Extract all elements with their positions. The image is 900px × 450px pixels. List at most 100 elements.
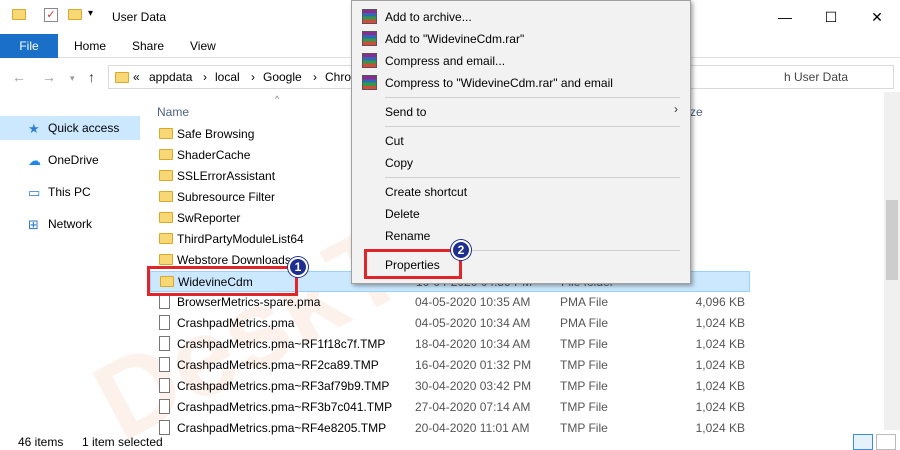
folder-icon bbox=[12, 9, 26, 20]
folder-icon bbox=[159, 170, 173, 181]
file-date: 27-04-2020 07:14 AM bbox=[415, 400, 531, 414]
file-size: 1,024 KB bbox=[695, 379, 745, 393]
tab-file[interactable]: File bbox=[0, 34, 58, 58]
file-icon bbox=[159, 336, 170, 351]
tab-share[interactable]: Share bbox=[120, 34, 176, 58]
file-date: 18-04-2020 10:34 AM bbox=[415, 337, 531, 351]
file-size: 1,024 KB bbox=[695, 400, 745, 414]
step-badge-1: 1 bbox=[288, 257, 308, 277]
menu-cut[interactable]: Cut bbox=[385, 134, 404, 148]
search-input[interactable]: h User Data bbox=[784, 70, 848, 84]
tab-view[interactable]: View bbox=[178, 34, 228, 58]
step-badge-2: 2 bbox=[451, 240, 471, 260]
file-date: 04-05-2020 10:34 AM bbox=[415, 316, 531, 330]
details-view-button[interactable] bbox=[853, 434, 873, 450]
file-size: 1,024 KB bbox=[695, 316, 745, 330]
menu-delete[interactable]: Delete bbox=[385, 207, 420, 221]
sidebar-item-label: This PC bbox=[48, 185, 91, 199]
file-icon bbox=[159, 315, 170, 330]
menu-add-to-archive[interactable]: Add to archive... bbox=[385, 10, 472, 24]
menu-compress-to-rar-and-email[interactable]: Compress to "WidevineCdm.rar" and email bbox=[385, 76, 613, 90]
breadcrumb-chrome[interactable]: Chro bbox=[325, 70, 351, 84]
forward-icon[interactable]: → bbox=[42, 69, 56, 85]
winrar-icon bbox=[362, 75, 377, 90]
file-size: 1,024 KB bbox=[695, 358, 745, 372]
maximize-button[interactable]: ☐ bbox=[808, 0, 854, 34]
file-name: CrashpadMetrics.pma~RF2ca89.TMP bbox=[177, 358, 379, 372]
breadcrumb-separator: › bbox=[313, 70, 317, 84]
file-size: 4,096 KB bbox=[695, 295, 745, 309]
menu-separator bbox=[385, 177, 680, 178]
file-name: ShaderCache bbox=[177, 148, 251, 162]
highlight-properties bbox=[364, 249, 462, 279]
menu-create-shortcut[interactable]: Create shortcut bbox=[385, 185, 467, 199]
file-icon bbox=[159, 294, 170, 309]
menu-separator bbox=[385, 97, 680, 98]
file-row[interactable]: CrashpadMetrics.pma~RF3b7c041.TMP 27-04-2… bbox=[150, 397, 750, 418]
file-name: BrowserMetrics-spare.pma bbox=[177, 295, 321, 309]
folder-icon bbox=[159, 149, 173, 160]
file-name: Safe Browsing bbox=[177, 127, 255, 141]
file-name: CrashpadMetrics.pma~RF3af79b9.TMP bbox=[177, 379, 390, 393]
file-date: 04-05-2020 10:35 AM bbox=[415, 295, 531, 309]
winrar-icon bbox=[362, 53, 377, 68]
file-name: Subresource Filter bbox=[177, 190, 276, 204]
sort-up-icon: ^ bbox=[275, 94, 280, 104]
sidebar-item-network[interactable]: ⊞ Network bbox=[0, 212, 140, 236]
file-name: SwReporter bbox=[177, 211, 241, 225]
recent-locations-icon[interactable]: ▾ bbox=[70, 73, 75, 84]
file-type: TMP File bbox=[560, 400, 608, 414]
file-name: CrashpadMetrics.pma~RF1f18c7f.TMP bbox=[177, 337, 386, 351]
submenu-arrow-icon: › bbox=[674, 102, 678, 116]
sidebar-item-quick-access[interactable]: ★ Quick access bbox=[0, 116, 140, 140]
file-date: 30-04-2020 03:42 PM bbox=[415, 379, 532, 393]
file-type: TMP File bbox=[560, 358, 608, 372]
highlight-widevinecdm bbox=[147, 266, 298, 296]
file-row[interactable]: CrashpadMetrics.pma~RF1f18c7f.TMP 18-04-2… bbox=[150, 334, 750, 355]
properties-quick-icon[interactable]: ✓ bbox=[44, 8, 58, 22]
selection-count: 1 item selected bbox=[82, 435, 163, 449]
large-icons-view-button[interactable] bbox=[876, 434, 896, 450]
file-size: 1,024 KB bbox=[695, 337, 745, 351]
file-row[interactable]: CrashpadMetrics.pma~RF3af79b9.TMP 30-04-2… bbox=[150, 376, 750, 397]
up-icon[interactable]: ↑ bbox=[88, 69, 95, 85]
folder-icon bbox=[159, 191, 173, 202]
file-row[interactable]: CrashpadMetrics.pma~RF2ca89.TMP 16-04-202… bbox=[150, 355, 750, 376]
customize-toolbar-icon[interactable]: ▾ bbox=[88, 8, 93, 19]
minimize-button[interactable]: — bbox=[762, 0, 808, 34]
breadcrumb-local[interactable]: local bbox=[215, 70, 240, 84]
status-bar: 46 items 1 item selected bbox=[0, 432, 900, 450]
file-icon bbox=[159, 357, 170, 372]
breadcrumb-appdata[interactable]: appdata bbox=[149, 70, 192, 84]
breadcrumb-google[interactable]: Google bbox=[263, 70, 302, 84]
file-name: ThirdPartyModuleList64 bbox=[177, 232, 304, 246]
column-header-name[interactable]: Name bbox=[157, 105, 189, 119]
menu-compress-and-email[interactable]: Compress and email... bbox=[385, 54, 505, 68]
file-icon bbox=[159, 378, 170, 393]
column-header-size[interactable]: ze bbox=[690, 105, 703, 119]
folder-icon bbox=[115, 72, 129, 83]
close-button[interactable]: ✕ bbox=[854, 0, 900, 34]
sidebar-item-onedrive[interactable]: ☁ OneDrive bbox=[0, 148, 140, 172]
folder-icon bbox=[159, 128, 173, 139]
breadcrumb-overflow[interactable]: « bbox=[133, 70, 140, 84]
file-row[interactable]: CrashpadMetrics.pma 04-05-2020 10:34 AM PM… bbox=[150, 313, 750, 334]
tab-home[interactable]: Home bbox=[62, 34, 118, 58]
file-name: Webstore Downloads bbox=[177, 253, 291, 267]
file-name: CrashpadMetrics.pma~RF3b7c041.TMP bbox=[177, 400, 393, 414]
menu-add-to-rar[interactable]: Add to "WidevineCdm.rar" bbox=[385, 32, 524, 46]
sidebar-item-this-pc[interactable]: ▭ This PC bbox=[0, 180, 140, 204]
file-type: PMA File bbox=[560, 316, 609, 330]
menu-rename[interactable]: Rename bbox=[385, 229, 430, 243]
menu-copy[interactable]: Copy bbox=[385, 156, 413, 170]
star-icon: ★ bbox=[28, 121, 40, 136]
new-folder-quick-icon[interactable] bbox=[68, 9, 82, 20]
file-name: CrashpadMetrics.pma bbox=[177, 316, 295, 330]
file-type: PMA File bbox=[560, 295, 609, 309]
breadcrumb-separator: › bbox=[251, 70, 255, 84]
back-icon[interactable]: ← bbox=[12, 69, 26, 85]
folder-icon bbox=[159, 212, 173, 223]
menu-send-to[interactable]: Send to bbox=[385, 105, 426, 119]
file-name: SSLErrorAssistant bbox=[177, 169, 276, 183]
scrollbar-thumb[interactable] bbox=[886, 200, 898, 280]
